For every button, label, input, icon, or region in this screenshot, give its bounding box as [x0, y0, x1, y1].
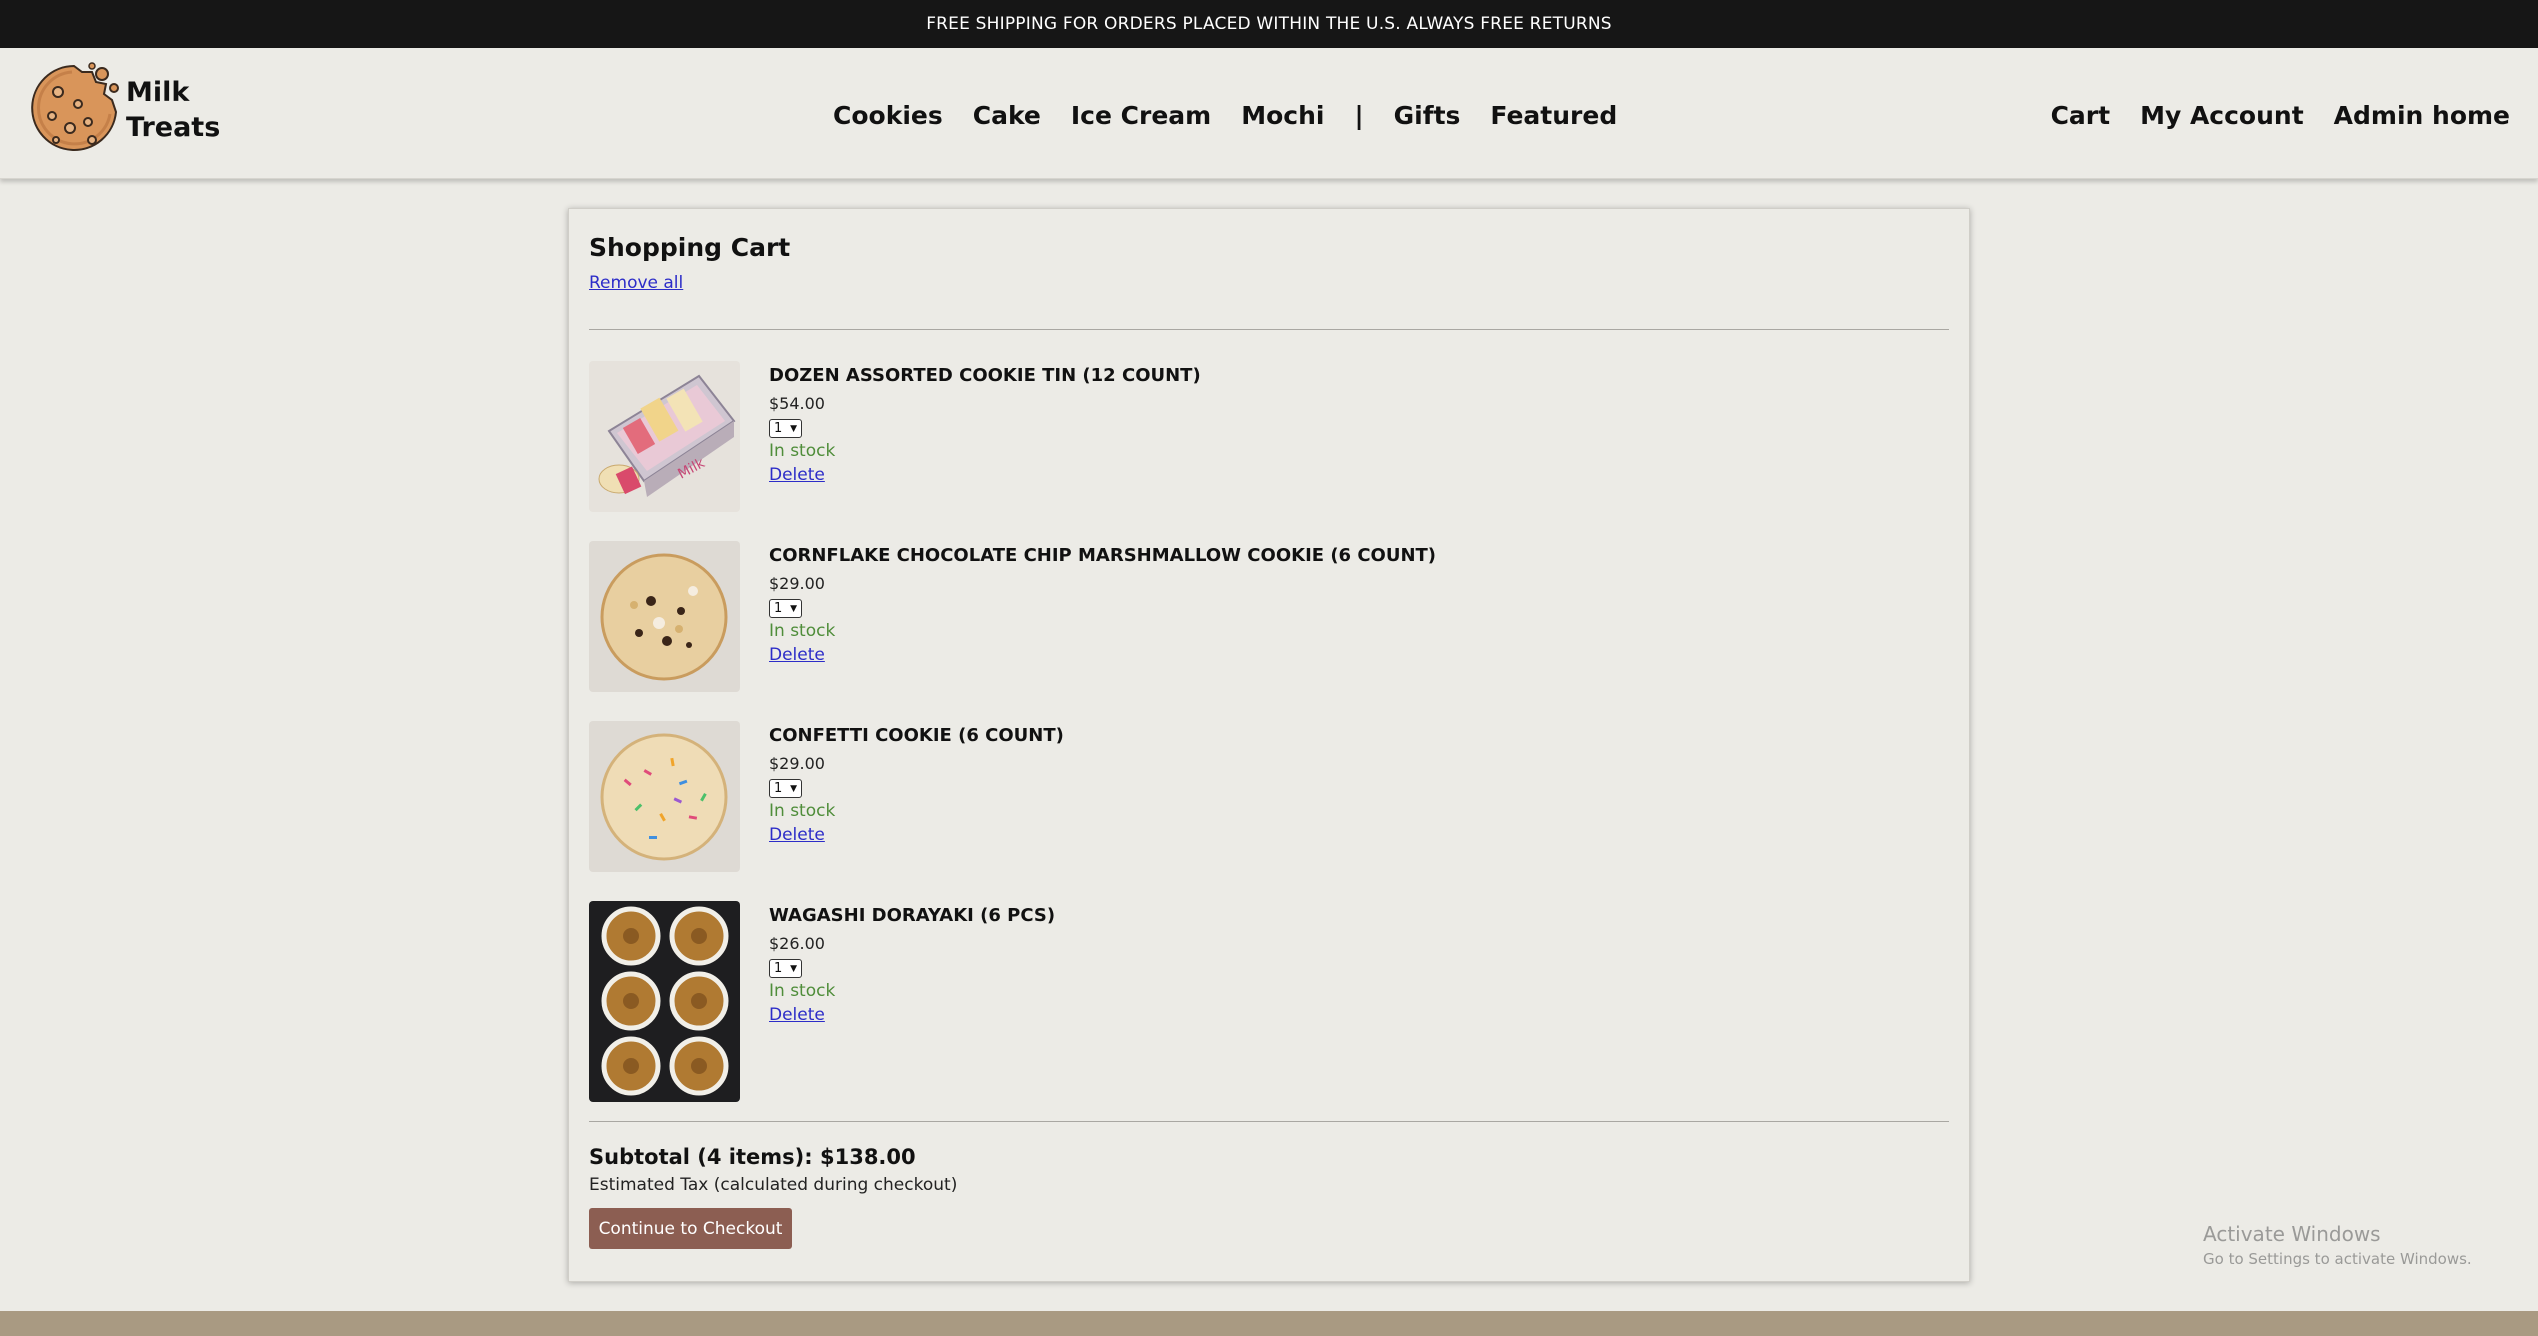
tax-note: Estimated Tax (calculated during checkou…: [589, 1175, 958, 1195]
quantity-select[interactable]: 1 ▼: [769, 959, 802, 978]
watermark-subtitle: Go to Settings to activate Windows.: [2203, 1250, 2472, 1268]
quantity-value: 1: [774, 961, 783, 976]
shopping-cart-panel: Shopping Cart Remove all Milk DOZEN ASSO…: [568, 208, 1970, 1282]
item-info: CONFETTI COOKIE (6 COUNT) $29.00 1 ▼ In …: [769, 725, 1064, 845]
stock-status: In stock: [769, 621, 836, 641]
nav-separator: |: [1354, 100, 1364, 130]
divider: [589, 1121, 1949, 1122]
item-name[interactable]: DOZEN ASSORTED COOKIE TIN (12 COUNT): [769, 365, 1201, 386]
item-name[interactable]: CONFETTI COOKIE (6 COUNT): [769, 725, 1064, 746]
nav-my-account[interactable]: My Account: [2140, 101, 2304, 130]
chevron-down-icon: ▼: [790, 783, 797, 794]
stock-status: In stock: [769, 801, 836, 821]
brand-name: Milk Treats: [126, 75, 220, 145]
item-info: WAGASHI DORAYAKI (6 PCS) $26.00 1 ▼ In s…: [769, 905, 1055, 1025]
confetti-cookie-image[interactable]: [589, 721, 740, 872]
main-nav: Cookies Cake Ice Cream Mochi | Gifts Fea…: [833, 95, 1647, 135]
nav-cart[interactable]: Cart: [2051, 101, 2111, 130]
delete-link[interactable]: Delete: [769, 645, 825, 665]
chevron-down-icon: ▼: [790, 423, 797, 434]
nav-featured[interactable]: Featured: [1490, 101, 1617, 130]
quantity-select[interactable]: 1 ▼: [769, 419, 802, 438]
item-price: $26.00: [769, 934, 825, 953]
announcement-bar: FREE SHIPPING FOR ORDERS PLACED WITHIN T…: [0, 0, 2538, 48]
nav-admin-home[interactable]: Admin home: [2334, 101, 2510, 130]
checkout-button[interactable]: Continue to Checkout: [589, 1208, 792, 1249]
item-name[interactable]: CORNFLAKE CHOCOLATE CHIP MARSHMALLOW COO…: [769, 545, 1436, 566]
quantity-select[interactable]: 1 ▼: [769, 599, 802, 618]
item-price: $29.00: [769, 574, 825, 593]
cookie-icon: [31, 62, 119, 151]
activation-watermark: Activate Windows Go to Settings to activ…: [2203, 1222, 2472, 1268]
cookie-tin-image[interactable]: Milk: [589, 361, 740, 512]
item-info: CORNFLAKE CHOCOLATE CHIP MARSHMALLOW COO…: [769, 545, 1436, 665]
brand-line-1: Milk: [126, 77, 190, 108]
chevron-down-icon: ▼: [790, 963, 797, 974]
site-footer: [0, 1311, 2538, 1336]
delete-link[interactable]: Delete: [769, 1005, 825, 1025]
dorayaki-image[interactable]: [589, 901, 740, 1102]
stock-status: In stock: [769, 981, 836, 1001]
announcement-text: FREE SHIPPING FOR ORDERS PLACED WITHIN T…: [926, 14, 1612, 34]
quantity-select[interactable]: 1 ▼: [769, 779, 802, 798]
delete-link[interactable]: Delete: [769, 465, 825, 485]
nav-cake[interactable]: Cake: [973, 101, 1041, 130]
page-title: Shopping Cart: [589, 233, 791, 262]
item-name[interactable]: WAGASHI DORAYAKI (6 PCS): [769, 905, 1055, 926]
nav-cookies[interactable]: Cookies: [833, 101, 943, 130]
site-header: Milk Treats Cookies Cake Ice Cream Mochi…: [0, 48, 2538, 179]
delete-link[interactable]: Delete: [769, 825, 825, 845]
watermark-title: Activate Windows: [2203, 1222, 2381, 1246]
brand-logo[interactable]: Milk Treats: [28, 62, 220, 158]
nav-ice-cream[interactable]: Ice Cream: [1071, 101, 1211, 130]
nav-gifts[interactable]: Gifts: [1394, 101, 1461, 130]
nav-mochi[interactable]: Mochi: [1241, 101, 1324, 130]
item-price: $54.00: [769, 394, 825, 413]
quantity-value: 1: [774, 781, 783, 796]
brand-line-2: Treats: [126, 112, 221, 143]
remove-all-link[interactable]: Remove all: [589, 273, 683, 293]
quantity-value: 1: [774, 421, 783, 436]
divider: [589, 329, 1949, 330]
quantity-value: 1: [774, 601, 783, 616]
subtotal-text: Subtotal (4 items): $138.00: [589, 1145, 916, 1169]
stock-status: In stock: [769, 441, 836, 461]
chevron-down-icon: ▼: [790, 603, 797, 614]
item-price: $29.00: [769, 754, 825, 773]
item-info: DOZEN ASSORTED COOKIE TIN (12 COUNT) $54…: [769, 365, 1201, 485]
cornflake-cookie-image[interactable]: [589, 541, 740, 692]
account-nav: Cart My Account Admin home: [2021, 95, 2510, 135]
